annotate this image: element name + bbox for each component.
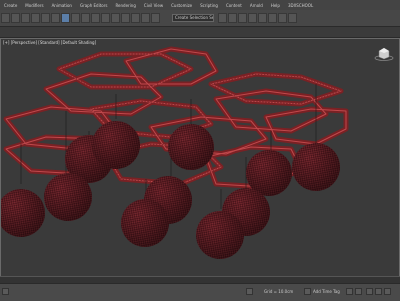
pan-icon[interactable]	[375, 288, 382, 295]
play-icon[interactable]	[346, 288, 353, 295]
bind-spacewarp-icon[interactable]	[41, 13, 50, 23]
add-time-tag[interactable]: Add Time Tag	[313, 289, 340, 294]
maxscript-listener-icon[interactable]	[2, 288, 9, 295]
layer-explorer-icon[interactable]	[238, 13, 247, 23]
chandelier-scene	[1, 46, 349, 259]
render-frame-icon[interactable]	[278, 13, 287, 23]
menu-customize[interactable]: Customize	[167, 3, 196, 8]
lock-selection-icon[interactable]	[246, 288, 253, 295]
menu-modifiers[interactable]: Modifiers	[21, 3, 47, 8]
menu-arnold[interactable]: Arnold	[246, 3, 267, 8]
menu-scripting[interactable]: Scripting	[196, 3, 222, 8]
percent-snap-icon[interactable]	[141, 13, 150, 23]
grid-readout: Grid = 10.0cm	[264, 289, 294, 294]
next-frame-icon[interactable]	[355, 288, 362, 295]
main-toolbar: Create Selection Set	[0, 10, 400, 27]
menu-create[interactable]: Create	[0, 3, 21, 8]
angle-snap-icon[interactable]	[131, 13, 140, 23]
menu-civil-view[interactable]: Civil View	[140, 3, 167, 8]
undo-icon[interactable]	[1, 13, 10, 23]
zoom-icon[interactable]	[366, 288, 373, 295]
menu-content[interactable]: Content	[222, 3, 246, 8]
redo-icon[interactable]	[11, 13, 20, 23]
pivot-center-icon[interactable]	[111, 13, 120, 23]
select-and-move-icon[interactable]	[61, 13, 70, 23]
menu-bar: Create Modifiers Animation Graph Editors…	[0, 0, 400, 10]
render-icon[interactable]	[288, 13, 297, 23]
select-and-rotate-icon[interactable]	[71, 13, 80, 23]
menu-3dxschool[interactable]: 3DXSCHOOL	[284, 3, 317, 8]
menu-animation[interactable]: Animation	[48, 3, 76, 8]
time-tag-icon[interactable]	[304, 288, 311, 295]
status-bar: Grid = 10.0cm Add Time Tag	[0, 283, 400, 301]
spinner-snap-icon[interactable]	[151, 13, 160, 23]
link-icon[interactable]	[21, 13, 30, 23]
snaps-toggle-icon[interactable]	[121, 13, 130, 23]
ribbon-bar	[0, 27, 400, 38]
select-object-icon[interactable]	[51, 13, 60, 23]
selection-set-dropdown[interactable]: Create Selection Set	[172, 14, 214, 22]
curve-editor-icon[interactable]	[248, 13, 257, 23]
material-editor-icon[interactable]	[258, 13, 267, 23]
menu-graph-editors[interactable]: Graph Editors	[76, 3, 111, 8]
time-slider[interactable]	[0, 276, 400, 283]
perspective-viewport[interactable]: [+] [Perspective] [Standard] [Default Sh…	[0, 38, 400, 282]
menu-rendering[interactable]: Rendering	[111, 3, 139, 8]
align-icon[interactable]	[228, 13, 237, 23]
orbit-icon[interactable]	[384, 288, 391, 295]
unlink-icon[interactable]	[31, 13, 40, 23]
render-setup-icon[interactable]	[268, 13, 277, 23]
placement-icon[interactable]	[91, 13, 100, 23]
reference-coord-icon[interactable]	[101, 13, 110, 23]
menu-help[interactable]: Help	[267, 3, 284, 8]
viewcube-icon[interactable]	[374, 47, 394, 61]
select-and-scale-icon[interactable]	[81, 13, 90, 23]
mirror-icon[interactable]	[218, 13, 227, 23]
